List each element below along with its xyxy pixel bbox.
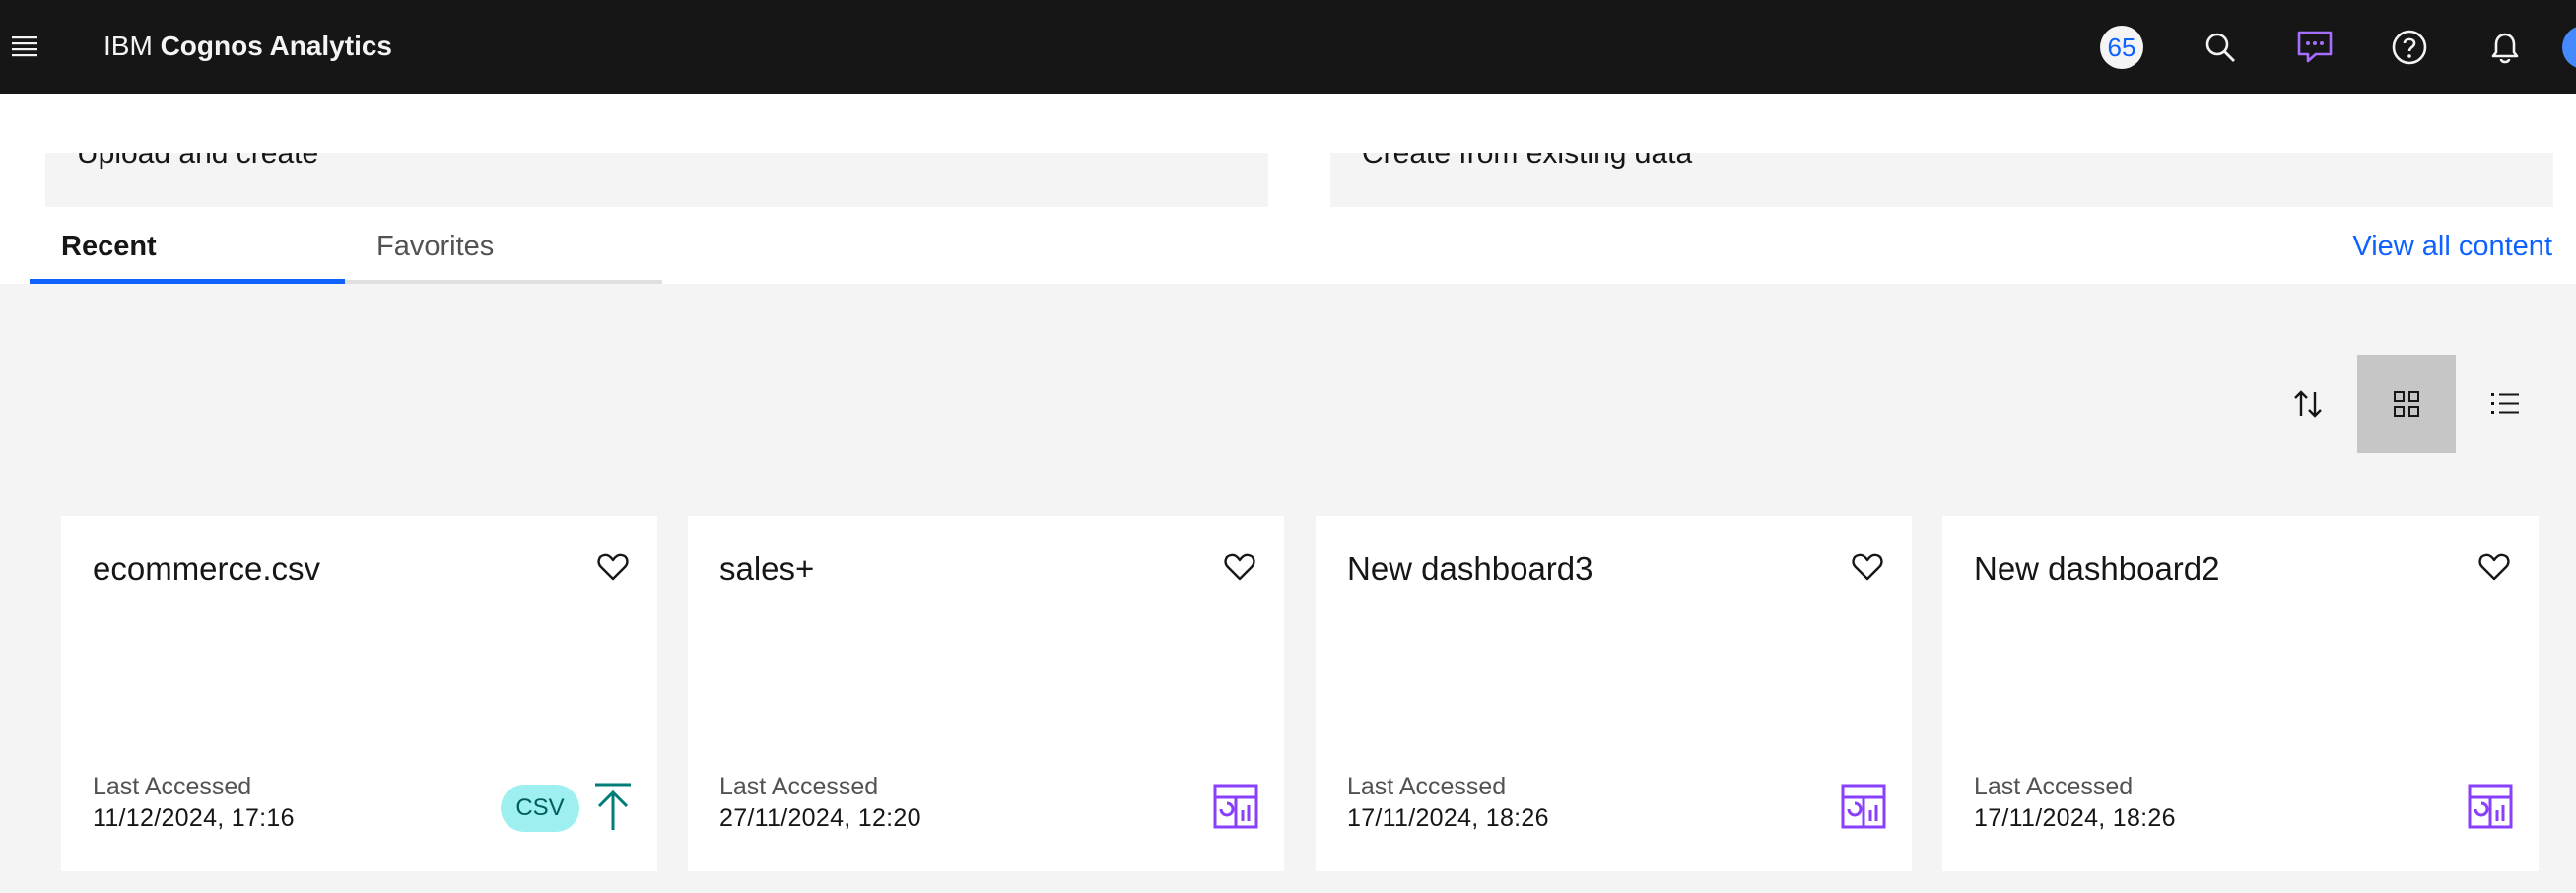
last-accessed-label: Last Accessed	[1974, 773, 2134, 800]
content-card[interactable]: sales+ Last Accessed 27/11/2024, 12:20	[688, 516, 1284, 871]
top-header: IBM Cognos Analytics 65	[0, 0, 2576, 94]
view-all-content-link[interactable]: View all content	[2352, 207, 2552, 286]
list-view-button[interactable]	[2456, 355, 2554, 453]
count-badge: 65	[2100, 26, 2143, 69]
notifications-button[interactable]	[2483, 26, 2527, 69]
last-accessed-label: Last Accessed	[93, 773, 252, 800]
file-type-tag: CSV	[501, 785, 579, 832]
dashboard-icon	[1213, 784, 1258, 829]
last-accessed-date: 27/11/2024, 12:20	[719, 804, 921, 832]
heart-icon[interactable]	[596, 550, 630, 584]
grid-view-icon	[2394, 391, 2419, 417]
content-card[interactable]: New dashboard3 Last Accessed 17/11/2024,…	[1316, 516, 1912, 871]
sort-button[interactable]	[2259, 355, 2357, 453]
dashboard-icon	[1841, 784, 1886, 829]
dashboard-icon	[2468, 784, 2513, 829]
card-title: New dashboard3	[1347, 550, 1593, 586]
help-button[interactable]	[2388, 26, 2431, 69]
heart-icon[interactable]	[1851, 550, 1884, 584]
assistant-button[interactable]	[2293, 26, 2337, 69]
heart-icon[interactable]	[2477, 550, 2511, 584]
avatar[interactable]	[2562, 26, 2576, 69]
heart-icon[interactable]	[1223, 550, 1256, 584]
tab-recent[interactable]: Recent	[30, 207, 345, 284]
sort-icon	[2294, 390, 2322, 418]
menu-icon[interactable]	[12, 34, 37, 59]
chat-icon	[2297, 31, 2333, 63]
help-icon	[2392, 30, 2427, 65]
last-accessed-date: 11/12/2024, 17:16	[93, 804, 295, 832]
notification-icon	[2491, 33, 2519, 64]
brand-prefix: IBM	[103, 31, 153, 61]
card-title: ecommerce.csv	[93, 550, 321, 586]
brand-name: Cognos Analytics	[160, 31, 393, 61]
recent-content-area: ecommerce.csv Last Accessed 11/12/2024, …	[0, 284, 2576, 893]
tab-favorites[interactable]: Favorites	[345, 207, 662, 284]
upload-icon	[595, 783, 631, 830]
grid-view-button[interactable]	[2357, 355, 2456, 453]
content-card[interactable]: New dashboard2 Last Accessed 17/11/2024,…	[1942, 516, 2539, 871]
last-accessed-label: Last Accessed	[719, 773, 879, 800]
last-accessed-label: Last Accessed	[1347, 773, 1507, 800]
card-title: New dashboard2	[1974, 550, 2220, 586]
create-from-existing-label: Create from existing data	[1362, 153, 1693, 170]
last-accessed-date: 17/11/2024, 18:26	[1974, 804, 2176, 832]
card-title: sales+	[719, 550, 815, 586]
content-card[interactable]: ecommerce.csv Last Accessed 11/12/2024, …	[61, 516, 657, 871]
last-accessed-date: 17/11/2024, 18:26	[1347, 804, 1549, 832]
content-tabs: Recent Favorites View all content	[0, 207, 2576, 284]
app-brand[interactable]: IBM Cognos Analytics	[103, 28, 392, 65]
list-view-icon	[2491, 393, 2519, 414]
notification-count-badge[interactable]: 65	[2100, 26, 2143, 69]
search-button[interactable]	[2199, 26, 2242, 69]
upload-and-create-label: Upload and create	[77, 153, 319, 170]
search-icon	[2205, 33, 2235, 62]
